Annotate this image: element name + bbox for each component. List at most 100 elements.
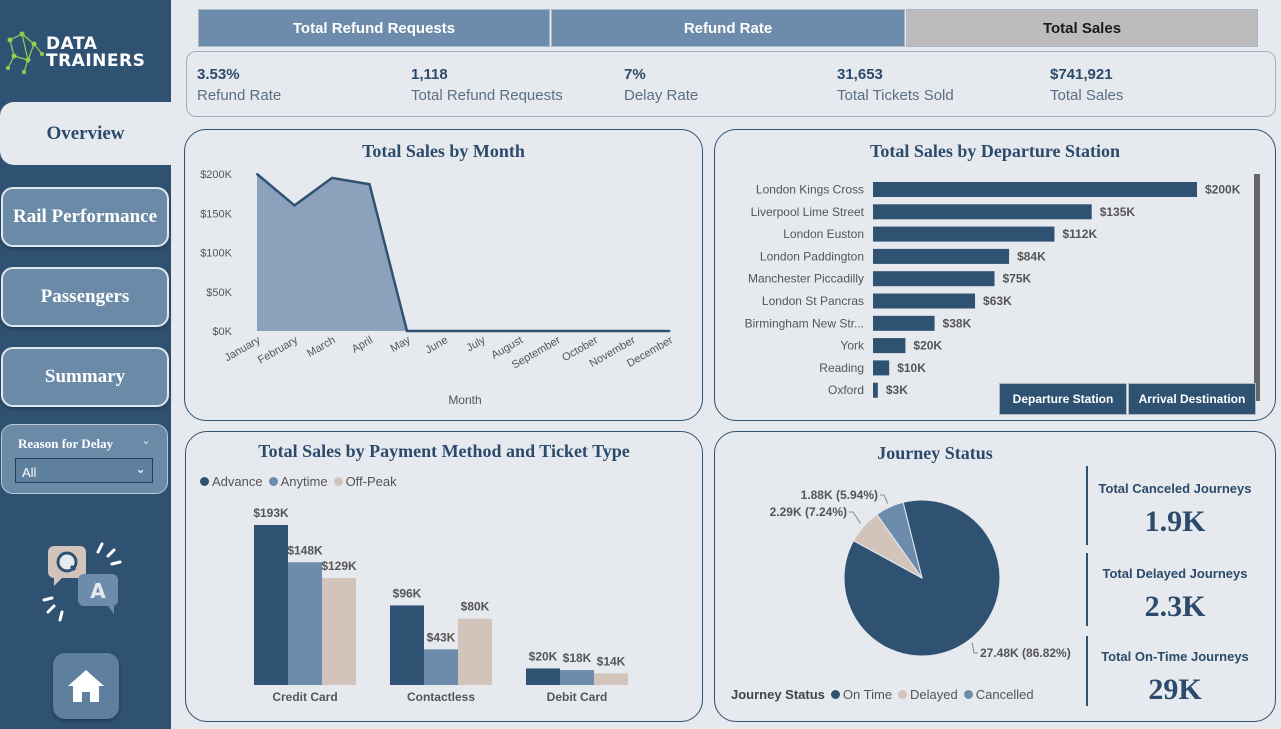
bar-value-label: $96K [393, 586, 422, 600]
station-label: Manchester Piccadilly [748, 272, 864, 286]
dropdown-value: All [22, 465, 37, 480]
bar-value-label: $63K [983, 294, 1012, 308]
legend-cancelled[interactable]: Cancelled [963, 687, 1034, 702]
scrollbar[interactable] [1254, 174, 1260, 401]
bar-value-label: $20K [913, 339, 942, 353]
kpi-refund-rate: 3.53% Refund Rate [197, 66, 281, 104]
station-label: London St Pancras [762, 294, 864, 308]
brand-line2: TRAINERS [46, 51, 146, 71]
legend-label: Delayed [910, 687, 958, 702]
payment-bar [560, 670, 594, 685]
tab-refund-rate[interactable]: Refund Rate [551, 9, 905, 47]
data-point [481, 330, 483, 332]
sales-by-station-card: Total Sales by Departure Station London … [714, 129, 1276, 421]
data-point [293, 204, 296, 207]
qa-icon[interactable]: A [40, 540, 130, 625]
leader-line [971, 642, 978, 654]
slice-label: 1.88K (5.94%) [801, 488, 878, 502]
data-point [668, 330, 671, 332]
data-point [443, 330, 446, 332]
kpi-total-sales: $741,921 Total Sales [1050, 66, 1123, 104]
kpi-label: Delay Rate [624, 87, 699, 104]
sales-by-station-chart: London Kings Cross $200K Liverpool Lime St… [745, 182, 1241, 398]
category-label: Credit Card [272, 690, 337, 704]
kpi-label: Total Sales [1050, 87, 1124, 104]
y-tick-label: $200K [200, 169, 232, 181]
ontime-journeys-title: Total On-Time Journeys [1101, 649, 1249, 664]
kpi-value: 3.53% [197, 66, 240, 83]
x-axis-label: Month [448, 393, 481, 407]
payment-bar [424, 649, 458, 685]
bar-value-label: $135K [1100, 205, 1136, 219]
kpi-label: Refund Rate [197, 87, 282, 104]
category-label: Debit Card [547, 690, 608, 704]
delayed-journeys-value: 2.3K [1144, 590, 1206, 623]
chevron-down-icon[interactable]: ⌄ [141, 433, 151, 447]
data-point [518, 330, 521, 332]
payment-bar [322, 578, 356, 685]
kpi-value: 31,653 [837, 66, 883, 83]
nav-overview[interactable]: Overview [0, 102, 171, 165]
x-tick-label: June [423, 334, 450, 356]
x-tick-label: February [256, 334, 301, 367]
bar-value-label: $20K [529, 649, 558, 663]
y-tick-label: $0K [212, 326, 232, 338]
station-label: London Euston [783, 227, 864, 241]
payment-bar [594, 673, 628, 685]
tab-total-sales[interactable]: Total Sales [906, 9, 1258, 47]
kpi-label: Total Tickets Sold [837, 87, 954, 104]
station-label: London Paddington [760, 249, 864, 263]
station-bar [873, 271, 995, 287]
data-point [406, 330, 408, 332]
home-button[interactable] [53, 653, 119, 719]
bar-value-label: $38K [943, 316, 972, 330]
kpi-label: Total Refund Requests [411, 87, 563, 104]
kpi-total-tickets-sold: 31,653 Total Tickets Sold [837, 66, 954, 104]
legend-delayed[interactable]: Delayed [898, 687, 958, 702]
departure-station-button[interactable]: Departure Station [999, 383, 1127, 415]
station-bar [873, 204, 1092, 220]
sidebar: DATA TRAINERS Overview Rail Performance … [0, 0, 171, 729]
bar-value-label: $84K [1017, 249, 1046, 263]
bar-value-label: $129K [321, 559, 357, 573]
bar-value-label: $10K [897, 361, 926, 375]
bar-value-label: $193K [253, 506, 289, 520]
station-label: Oxford [828, 383, 864, 397]
slicer-title: Reason for Delay [18, 436, 114, 451]
x-tick-label: July [465, 334, 488, 354]
nav-passengers[interactable]: Passengers [1, 267, 169, 327]
nav-rail-performance[interactable]: Rail Performance [1, 187, 169, 247]
kpi-total-refund-requests: 1,118 Total Refund Requests [411, 66, 563, 104]
x-tick-label: May [389, 334, 413, 355]
journey-status-pie: 27.48K (86.82%) 2.29K (7.24%) 1.88K (5.94%… [770, 488, 1071, 660]
brand-name: DATA TRAINERS [46, 36, 145, 70]
bar-value-label: $75K [1003, 272, 1032, 286]
station-bar [873, 226, 1055, 242]
station-bar [873, 248, 1010, 264]
kpi-strip: 3.53% Refund Rate 1,118 Total Refund Req… [186, 51, 1276, 117]
x-tick-label: March [305, 334, 337, 360]
delay-reason-dropdown[interactable]: All ⌄ [15, 458, 153, 483]
bar-value-label: $80K [461, 600, 490, 614]
category-label: Contactless [407, 690, 475, 704]
station-label: Birmingham New Str... [745, 316, 864, 330]
slice-label: 27.48K (86.82%) [980, 646, 1071, 660]
data-point [631, 330, 633, 332]
area-fill [257, 174, 670, 331]
station-bar [873, 293, 976, 309]
y-tick-label: $100K [200, 248, 232, 260]
arrival-destination-button[interactable]: Arrival Destination [1128, 383, 1256, 415]
legend-on-time[interactable]: On Time [830, 687, 892, 702]
station-label: London Kings Cross [756, 183, 864, 197]
tab-total-refund-requests[interactable]: Total Refund Requests [198, 9, 550, 47]
station-label: Reading [819, 361, 864, 375]
station-bar [873, 182, 1197, 197]
bar-value-label: $43K [427, 630, 456, 644]
nav-summary[interactable]: Summary [1, 347, 169, 407]
home-icon [68, 670, 104, 702]
svg-text:A: A [90, 579, 106, 603]
sales-by-month-chart: $0K$50K$100K$150K$200KJanuaryFebruary Mar… [200, 169, 675, 407]
payment-bar [526, 668, 560, 685]
data-point [256, 173, 258, 175]
journey-legend: Journey Status On Time Delayed Cancelled [731, 687, 1034, 702]
